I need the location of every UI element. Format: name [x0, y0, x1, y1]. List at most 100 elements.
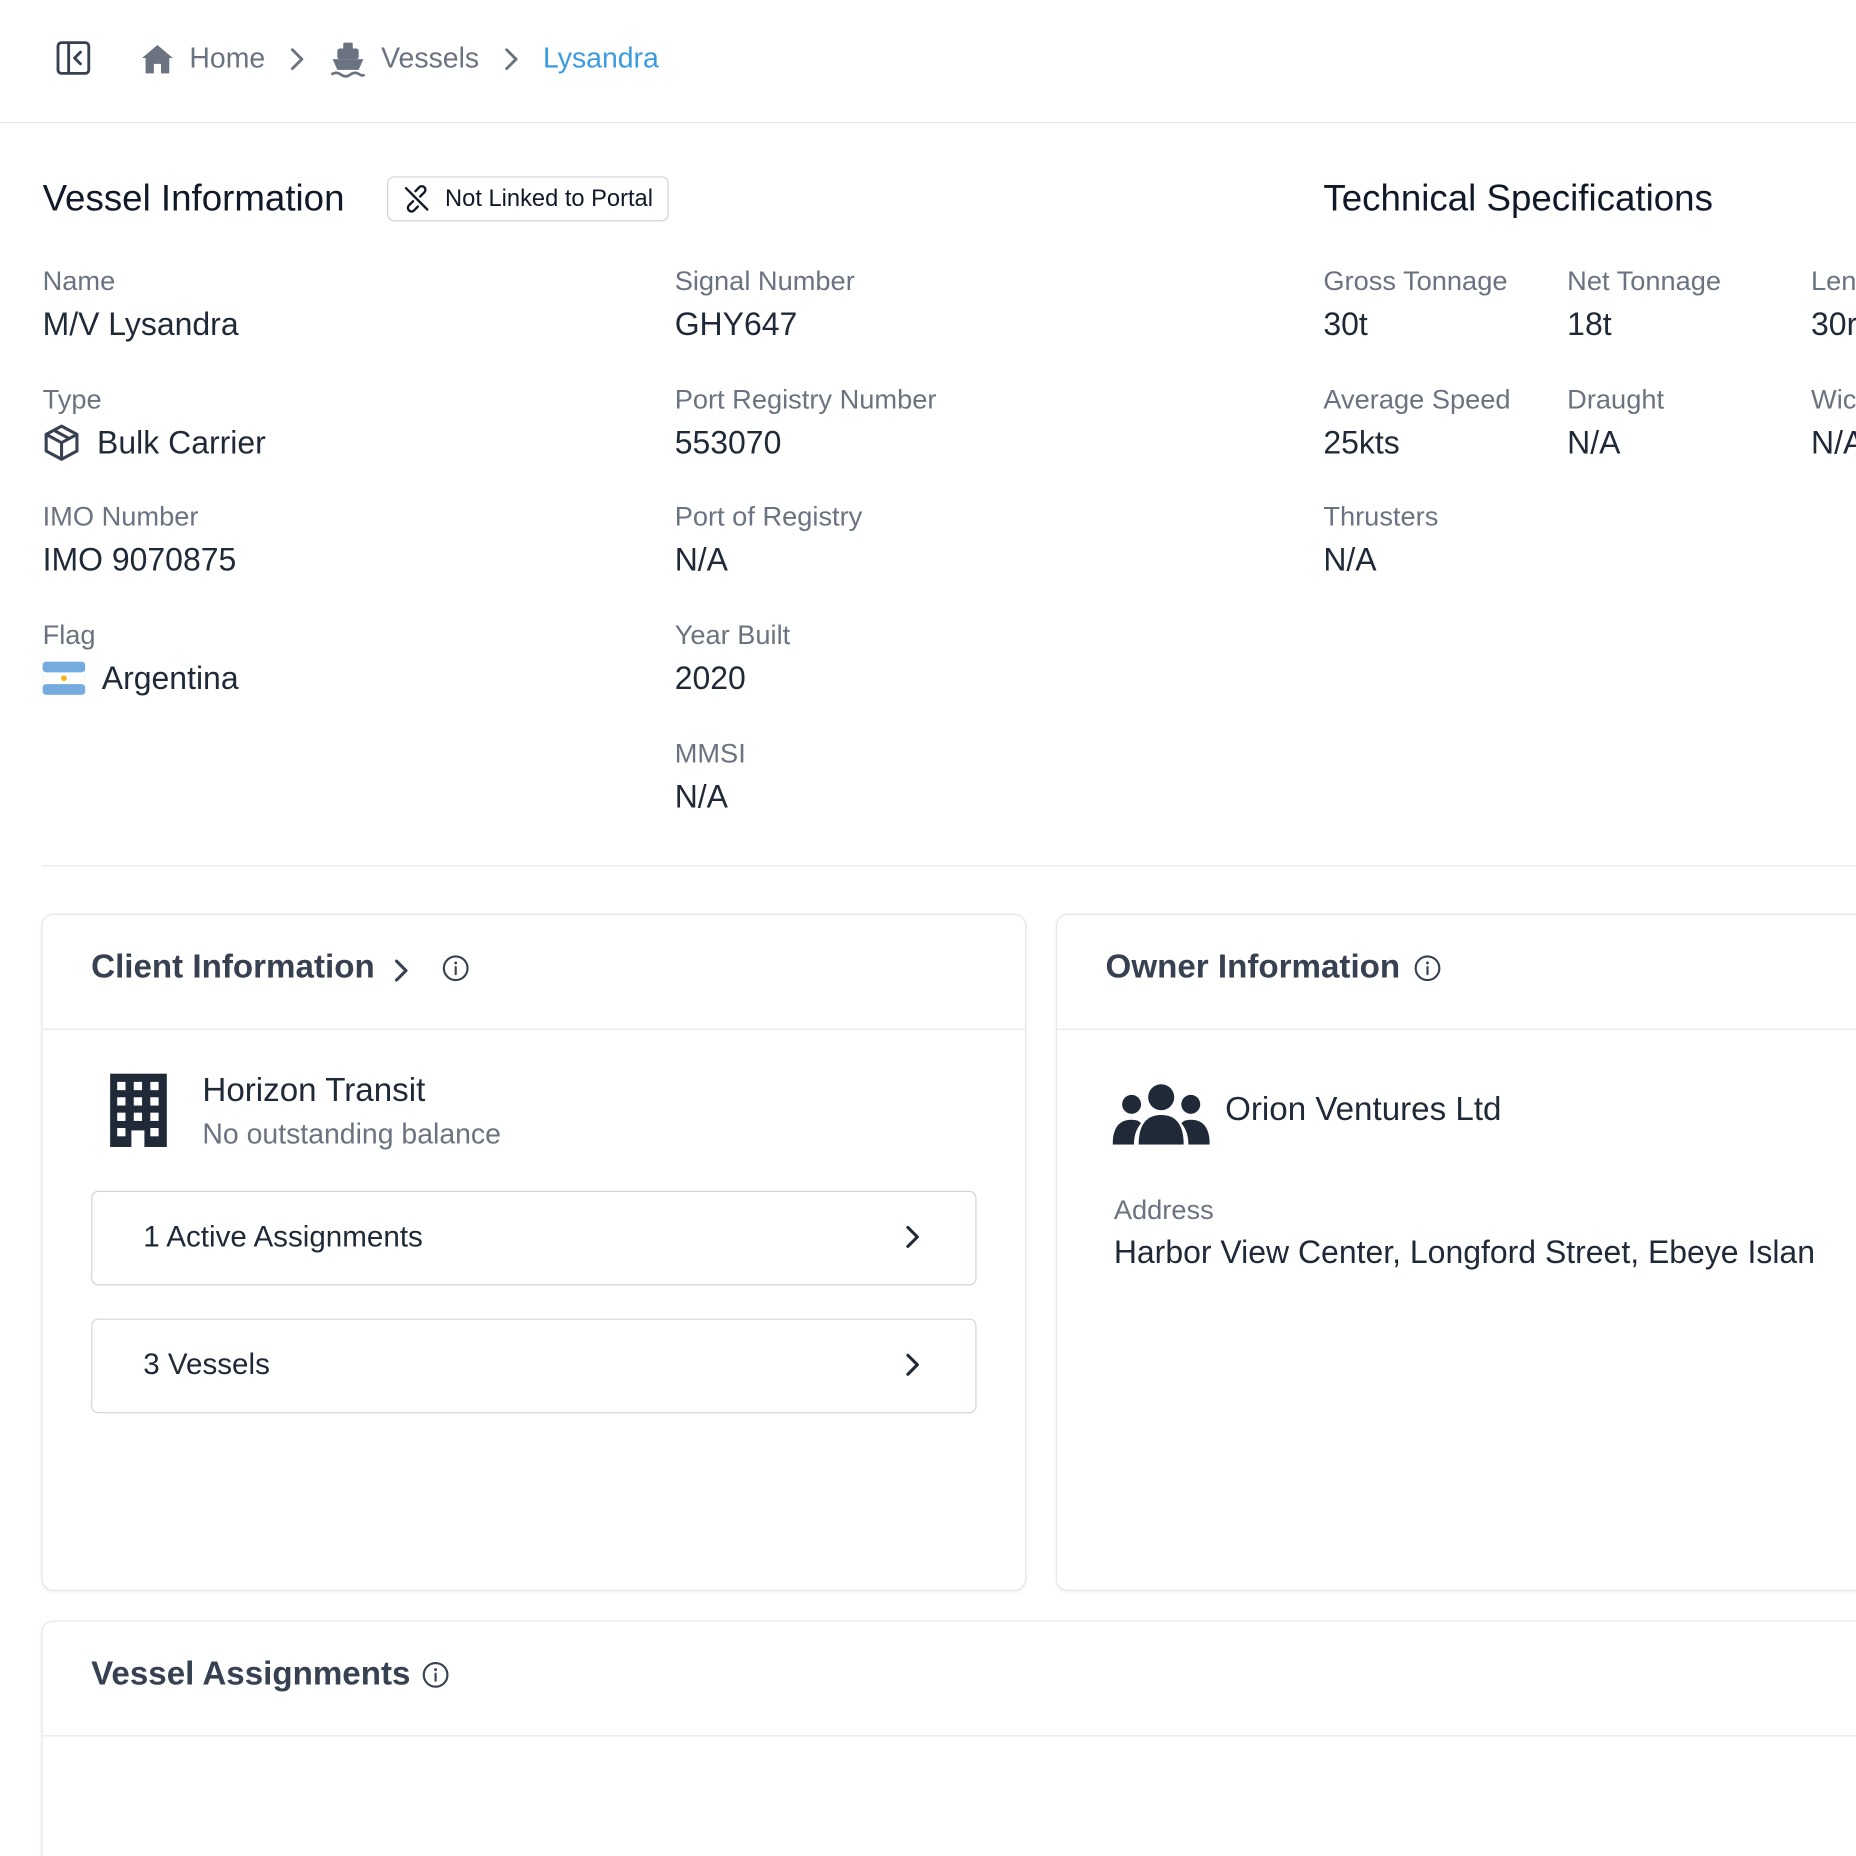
info-icon[interactable] — [1413, 954, 1441, 982]
owner-company-name[interactable]: Orion Ventures Ltd — [1225, 1090, 1501, 1128]
thrusters-text: N/A — [1323, 542, 1377, 578]
vessel-detail-page: Home Vessels Lysandra Vessel Information… — [0, 0, 1856, 1856]
port-registry-text: N/A — [674, 542, 728, 578]
field-imo-value: IMO 9070875 — [43, 540, 237, 580]
client-vessels-label: 3 Vessels — [143, 1348, 270, 1382]
unlink-icon — [404, 185, 429, 213]
owner-address-value: Harbor View Center, Longford Street, Ebe… — [1113, 1234, 1815, 1271]
length-text: 30r — [1811, 306, 1856, 343]
net-text: 18t — [1567, 306, 1612, 343]
portal-status-label: Not Linked to Portal — [445, 185, 653, 212]
home-icon — [142, 44, 173, 74]
field-type-value: Bulk Carrier — [43, 423, 266, 463]
year-built-text: 2020 — [674, 660, 746, 696]
cube-icon — [44, 424, 79, 461]
assignments-card-header: Vessel Assignments — [42, 1622, 1856, 1737]
field-length: Len 30r — [1811, 264, 1856, 344]
chevron-right-icon — [503, 46, 520, 72]
client-company-name[interactable]: Horizon Transit — [202, 1071, 425, 1109]
vessel-info-title: Vessel Information — [42, 177, 345, 219]
field-name-value: M/V Lysandra — [43, 304, 239, 344]
field-speed-value: 25kts — [1323, 423, 1510, 463]
vessel-assignments-card: Vessel Assignments — [41, 1620, 1856, 1856]
field-thrusters-value: N/A — [1323, 540, 1438, 580]
chevron-right-icon — [906, 1353, 919, 1376]
chevron-right-icon — [394, 959, 408, 982]
breadcrumb-home-label: Home — [189, 42, 266, 75]
breadcrumb-vessels[interactable]: Vessels — [329, 40, 479, 78]
field-port-registry-number: Port Registry Number 553070 — [675, 382, 937, 462]
field-net-value: 18t — [1567, 304, 1721, 344]
field-mmsi-label: MMSI — [674, 737, 746, 769]
client-open-button[interactable] — [393, 958, 410, 990]
client-vessels-button[interactable]: 3 Vessels — [91, 1318, 977, 1414]
field-flag-value: Argentina — [42, 658, 239, 698]
field-length-value: 30r — [1811, 304, 1856, 344]
field-thrusters: Thrusters N/A — [1323, 500, 1438, 580]
breadcrumb: Home Vessels Lysandra — [140, 36, 659, 83]
breadcrumb-home[interactable]: Home — [140, 42, 266, 76]
field-draught: Draught N/A — [1567, 382, 1664, 462]
field-imo: IMO Number IMO 9070875 — [43, 500, 237, 580]
imo-text: IMO 9070875 — [42, 542, 237, 578]
sidebar-collapse-icon — [56, 41, 91, 75]
owner-info-card: Owner Information Orion Ventures Ltd Add… — [1055, 913, 1856, 1591]
field-year-built-value: 2020 — [675, 658, 791, 698]
client-balance-status: No outstanding balance — [202, 1118, 501, 1151]
field-thrusters-label: Thrusters — [1323, 500, 1439, 532]
field-flag: Flag Argentina — [42, 618, 239, 698]
field-signal-value: GHY647 — [675, 304, 855, 344]
field-draught-value: N/A — [1567, 423, 1664, 463]
breadcrumb-current[interactable]: Lysandra — [543, 43, 659, 76]
field-width: Wic N/A — [1811, 382, 1856, 462]
field-gross-value: 30t — [1323, 304, 1507, 344]
ship-icon — [330, 42, 366, 78]
field-port-of-registry: Port of Registry N/A — [675, 500, 863, 580]
field-gross-label: Gross Tonnage — [1323, 265, 1508, 296]
field-width-label: Wic — [1811, 383, 1856, 415]
mmsi-text: N/A — [674, 778, 728, 815]
draught-text: N/A — [1567, 424, 1621, 461]
field-speed-label: Average Speed — [1323, 383, 1511, 415]
field-net-label: Net Tonnage — [1567, 265, 1722, 296]
field-length-label: Len — [1811, 265, 1856, 296]
field-signal-number: Signal Number GHY647 — [675, 264, 855, 344]
building-icon — [110, 1073, 167, 1147]
vessel-type-text: Bulk Carrier — [97, 424, 266, 461]
field-flag-label: Flag — [42, 619, 96, 650]
signal-text: GHY647 — [674, 306, 798, 343]
width-text: N/A — [1811, 424, 1856, 461]
client-card-header: Client Information — [42, 915, 1026, 1030]
field-port-reg-num-value: 553070 — [675, 423, 937, 463]
chevron-right-icon — [289, 46, 306, 72]
field-year-built-label: Year Built — [674, 619, 791, 650]
active-assignments-button[interactable]: 1 Active Assignments — [91, 1190, 977, 1286]
field-mmsi: MMSI N/A — [675, 736, 746, 816]
argentina-flag-icon — [42, 661, 86, 695]
vessel-name-text: M/V Lysandra — [42, 306, 239, 343]
tech-specs-title: Technical Specifications — [1323, 177, 1713, 219]
client-info-card: Client Information Horizon Transit No ou… — [41, 913, 1027, 1591]
breadcrumb-vessels-label: Vessels — [381, 42, 480, 75]
field-type: Type Bulk Carrier — [43, 382, 266, 462]
owner-address-label: Address — [1113, 1194, 1214, 1226]
info-icon[interactable] — [421, 1661, 449, 1689]
chevron-right-icon — [906, 1225, 919, 1248]
field-mmsi-value: N/A — [675, 776, 746, 816]
field-signal-label: Signal Number — [674, 265, 855, 296]
client-card-title: Client Information — [91, 948, 375, 985]
field-gross-tonnage: Gross Tonnage 30t — [1323, 264, 1507, 344]
info-icon[interactable] — [442, 954, 470, 982]
users-group-icon — [1112, 1084, 1210, 1145]
field-port-registry-value: N/A — [675, 540, 863, 580]
field-name: Name M/V Lysandra — [43, 264, 239, 344]
field-port-registry-label: Port of Registry — [674, 500, 863, 532]
portal-status-badge[interactable]: Not Linked to Portal — [387, 176, 669, 222]
speed-text: 25kts — [1323, 424, 1400, 461]
sidebar-toggle-button[interactable] — [54, 39, 92, 77]
gross-text: 30t — [1323, 306, 1368, 343]
field-name-label: Name — [42, 265, 116, 296]
field-width-value: N/A — [1811, 423, 1856, 463]
assignments-card-title: Vessel Assignments — [91, 1654, 411, 1692]
flag-text: Argentina — [101, 660, 239, 696]
